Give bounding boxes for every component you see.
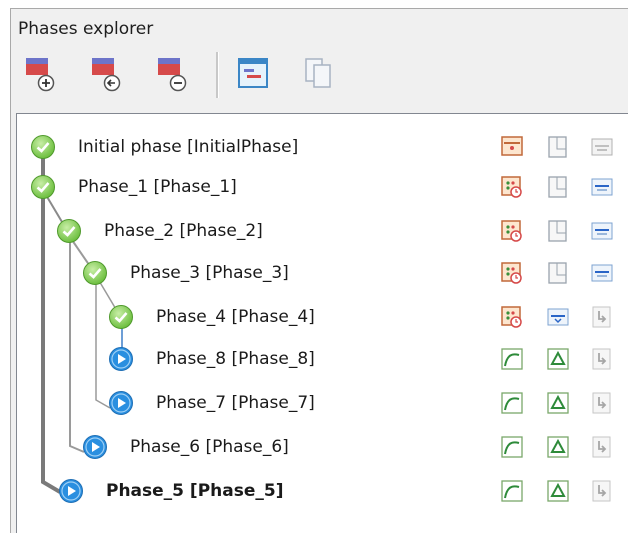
delete-phase-button[interactable]	[156, 56, 194, 96]
phase-row-label[interactable]: Phase_8 [Phase_8]	[156, 349, 315, 369]
curve-icon[interactable]	[500, 391, 524, 415]
page-icon[interactable]	[546, 135, 570, 159]
delta-icon[interactable]	[546, 435, 570, 459]
phase-row-label[interactable]: Phase_5 [Phase_5]	[106, 481, 283, 501]
to-calculate-status-icon	[108, 390, 134, 416]
curve-icon[interactable]	[500, 347, 524, 371]
phase-properties-icon	[238, 58, 268, 88]
next-phase-icon[interactable]	[590, 479, 614, 503]
insert-phase-icon	[26, 58, 55, 92]
curve-icon[interactable]	[500, 479, 524, 503]
staged-construction-log-icon[interactable]	[500, 175, 524, 199]
next-phase-icon[interactable]	[590, 391, 614, 415]
to-calculate-status-icon	[108, 346, 134, 372]
next-phase-icon[interactable]	[590, 305, 614, 329]
page-icon[interactable]	[546, 261, 570, 285]
phase-row-label[interactable]: Initial phase [InitialPhase]	[78, 137, 298, 157]
water-level-icon[interactable]	[590, 261, 614, 285]
page-icon[interactable]	[546, 219, 570, 243]
next-phase-icon[interactable]	[590, 435, 614, 459]
phase-row-label[interactable]: Phase_7 [Phase_7]	[156, 393, 315, 413]
phase-properties-button[interactable]	[236, 56, 274, 96]
calculated-status-icon	[30, 134, 56, 160]
page-icon[interactable]	[546, 175, 570, 199]
phase-row-label[interactable]: Phase_1 [Phase_1]	[78, 177, 237, 197]
staged-construction-log-icon[interactable]	[500, 219, 524, 243]
delta-icon[interactable]	[546, 347, 570, 371]
panel-title: Phases explorer	[18, 19, 154, 39]
copy-phase-icon	[305, 58, 331, 88]
curve-icon[interactable]	[500, 435, 524, 459]
insert-phase-button[interactable]	[24, 56, 62, 96]
calculated-status-icon	[56, 218, 82, 244]
toolbar-separator	[216, 52, 219, 98]
staged-construction-log-icon[interactable]	[500, 305, 524, 329]
copy-phase-button[interactable]	[302, 56, 340, 96]
staged-construction-icon[interactable]	[500, 135, 524, 159]
water-level-icon[interactable]	[590, 175, 614, 199]
phase-row-label[interactable]: Phase_3 [Phase_3]	[130, 263, 289, 283]
water-level-icon[interactable]	[590, 135, 614, 159]
delete-phase-icon	[158, 58, 187, 92]
next-phase-icon[interactable]	[590, 347, 614, 371]
calculated-status-icon	[82, 260, 108, 286]
insert-phase-before-icon	[92, 58, 121, 92]
to-calculate-status-icon	[58, 478, 84, 504]
insert-phase-before-button[interactable]	[90, 56, 128, 96]
to-calculate-status-icon	[82, 434, 108, 460]
phase-row-label[interactable]: Phase_6 [Phase_6]	[130, 437, 289, 457]
calculated-status-icon	[108, 304, 134, 330]
delta-icon[interactable]	[546, 391, 570, 415]
water-level-icon[interactable]	[590, 219, 614, 243]
delta-icon[interactable]	[546, 479, 570, 503]
staged-construction-log-icon[interactable]	[500, 261, 524, 285]
water-level-down-icon[interactable]	[546, 305, 570, 329]
phase-row-label[interactable]: Phase_2 [Phase_2]	[104, 221, 263, 241]
calculated-status-icon	[30, 174, 56, 200]
phase-row-label[interactable]: Phase_4 [Phase_4]	[156, 307, 315, 327]
